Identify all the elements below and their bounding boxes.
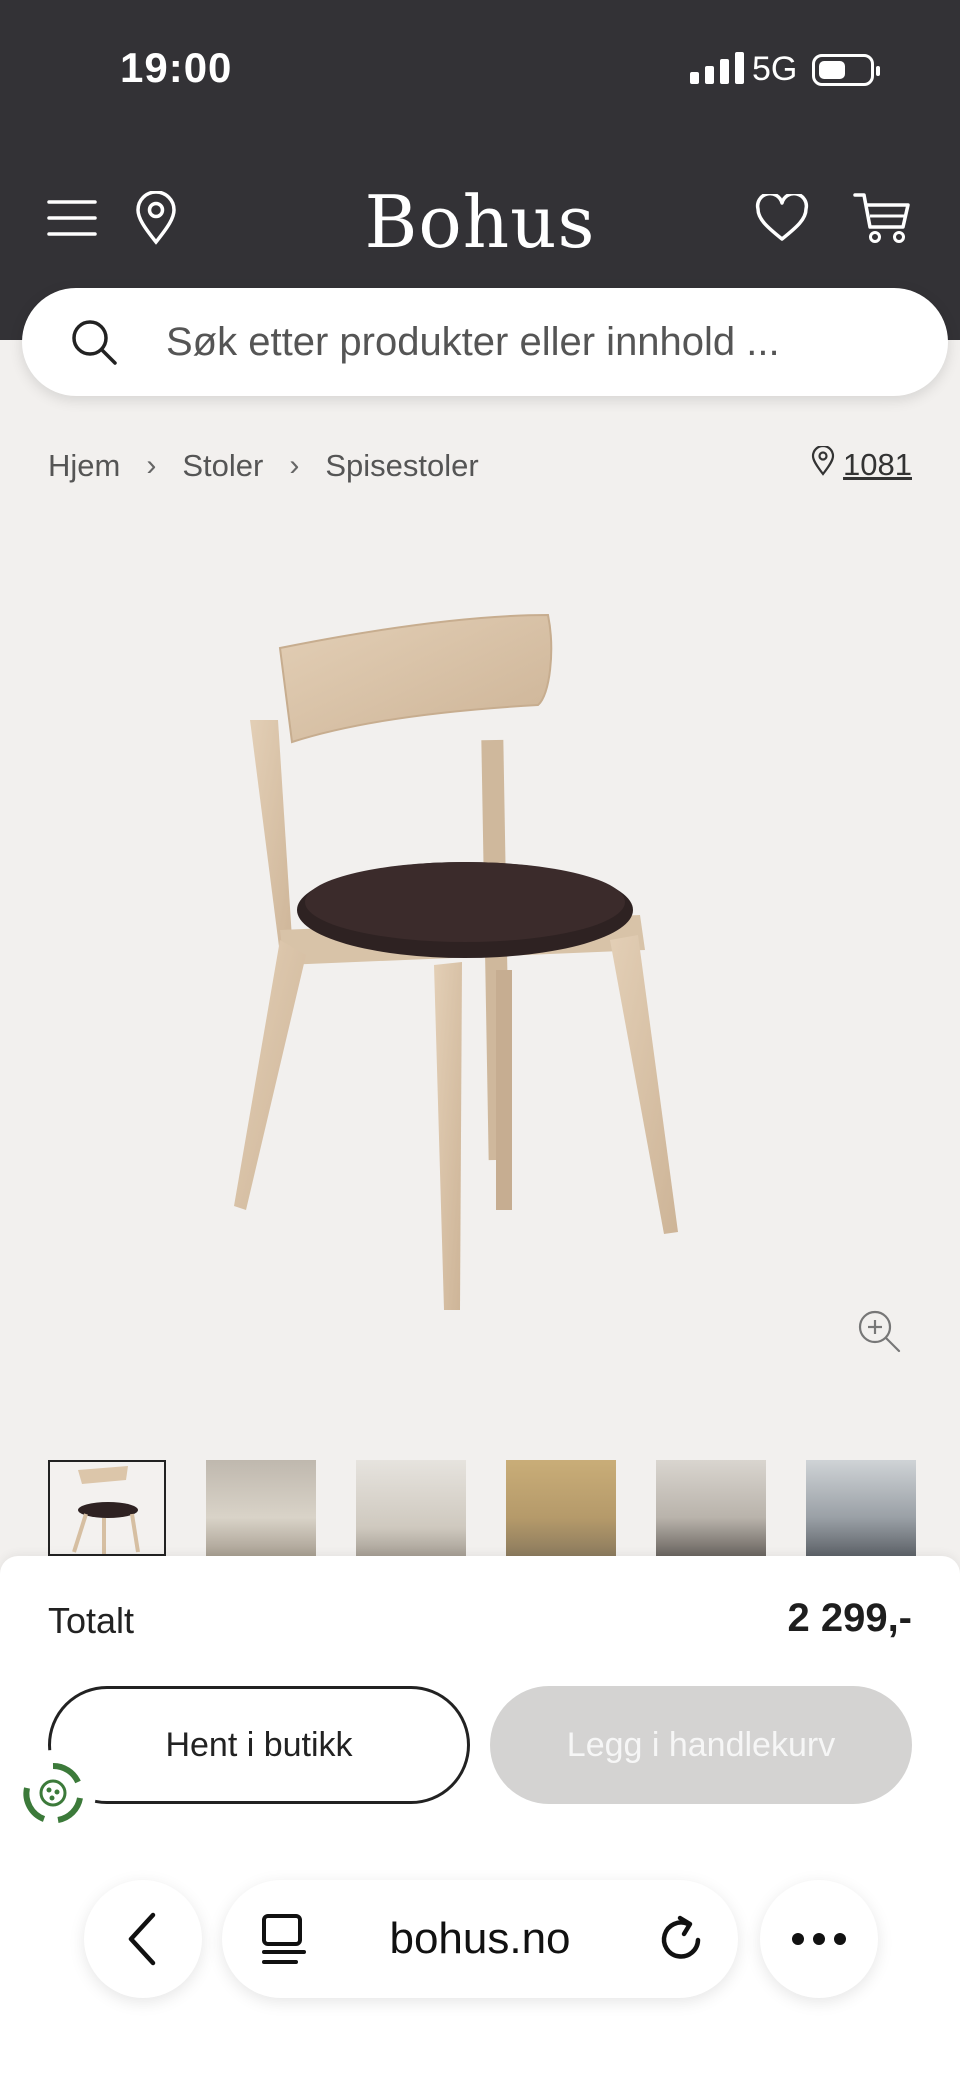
thumbnail-5[interactable] <box>656 1460 766 1556</box>
browser-back-button[interactable] <box>84 1880 202 1998</box>
more-dots-icon <box>792 1933 846 1945</box>
brand-logo[interactable]: Bohus <box>0 180 960 264</box>
thumbnail-strip <box>48 1460 960 1556</box>
search-input[interactable]: Søk etter produkter eller innhold ... <box>22 288 948 396</box>
breadcrumb-home[interactable]: Hjem <box>48 448 120 484</box>
search-icon <box>62 310 126 374</box>
breadcrumb: Hjem › Stoler › Spisestoler <box>48 448 479 484</box>
signal-icon <box>690 50 744 84</box>
pickup-in-store-button[interactable]: Hent i butikk <box>48 1686 470 1804</box>
more-options-button[interactable] <box>760 1880 878 1998</box>
store-selector[interactable]: 1081 <box>811 444 912 484</box>
zoom-in-icon[interactable] <box>856 1308 902 1354</box>
status-bar: 19:00 5G <box>0 0 960 140</box>
store-postcode[interactable]: 1081 <box>843 447 912 483</box>
breadcrumb-spisestoler[interactable]: Spisestoler <box>325 448 478 484</box>
recycle-badge-icon[interactable] <box>10 1750 96 1836</box>
nav-bar: Bohus <box>0 170 960 270</box>
chevron-right-icon: › <box>146 449 157 482</box>
total-label: Totalt <box>48 1600 135 1641</box>
heart-icon[interactable] <box>752 188 812 248</box>
address-bar[interactable]: bohus.no <box>222 1880 738 1998</box>
total-price: 2 299,- <box>787 1596 912 1640</box>
status-time: 19:00 <box>120 44 233 91</box>
thumbnail-3[interactable] <box>356 1460 466 1556</box>
thumbnail-6[interactable] <box>806 1460 916 1556</box>
thumbnail-1[interactable] <box>48 1460 166 1556</box>
cart-icon[interactable] <box>852 188 912 248</box>
location-pin-icon <box>811 444 835 484</box>
battery-icon <box>812 54 880 86</box>
search-placeholder: Søk etter produkter eller innhold ... <box>166 319 780 364</box>
chevron-right-icon: › <box>289 449 300 482</box>
purchase-panel: Totalt 2 299,- Hent i butikk Legg i hand… <box>0 1556 960 2081</box>
breadcrumb-stoler[interactable]: Stoler <box>182 448 263 484</box>
reload-icon[interactable] <box>654 1912 708 1966</box>
chevron-left-icon <box>128 1912 156 1966</box>
network-type: 5G <box>752 50 798 88</box>
add-to-cart-button[interactable]: Legg i handlekurv <box>490 1686 912 1804</box>
thumbnail-4[interactable] <box>506 1460 616 1556</box>
product-image[interactable] <box>220 610 740 1330</box>
thumbnail-2[interactable] <box>206 1460 316 1556</box>
